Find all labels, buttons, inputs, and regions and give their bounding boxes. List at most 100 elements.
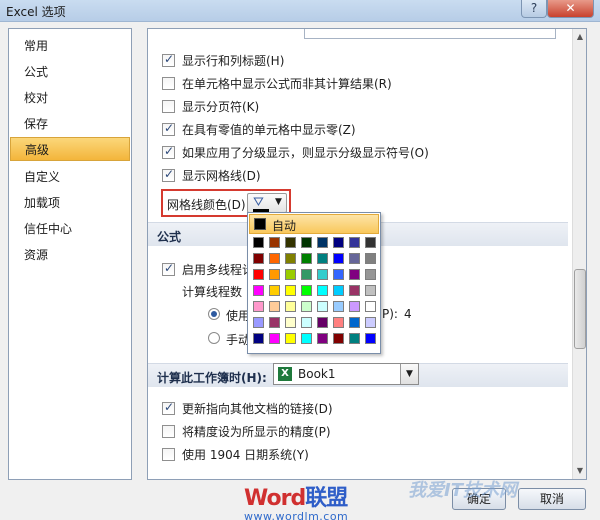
content-scrollbar[interactable]: ▲ ▼ [572,29,586,479]
checkbox-box[interactable] [162,144,175,159]
checkbox-box[interactable] [162,424,175,438]
palette-color-cell[interactable] [269,285,280,296]
sidebar-item-formulas[interactable]: 公式 [10,60,130,84]
checkbox-box[interactable] [162,261,175,276]
palette-color-cell[interactable] [333,285,344,296]
palette-color-cell[interactable] [349,269,360,280]
scroll-down-icon[interactable]: ▼ [573,463,587,479]
palette-color-cell[interactable] [301,269,312,280]
use-all-processors-radio[interactable] [208,308,220,320]
palette-color-cell[interactable] [253,237,264,248]
show-page-breaks-checkbox[interactable]: 显示分页符(K) [162,97,259,115]
palette-color-cell[interactable] [317,237,328,248]
palette-color-cell[interactable] [349,333,360,344]
palette-color-cell[interactable] [285,317,296,328]
palette-color-cell[interactable] [285,253,296,264]
scroll-thumb[interactable] [574,269,586,349]
palette-color-cell[interactable] [317,253,328,264]
palette-color-cell[interactable] [285,269,296,280]
chevron-down-icon[interactable]: ▼ [400,364,418,384]
palette-color-cell[interactable] [301,301,312,312]
palette-color-cell[interactable] [269,269,280,280]
multithread-checkbox[interactable]: 启用多线程计 [162,260,254,278]
scroll-up-icon[interactable]: ▲ [573,29,587,45]
palette-color-cell[interactable] [301,317,312,328]
sidebar-item-proofing[interactable]: 校对 [10,86,130,110]
palette-color-cell[interactable] [349,253,360,264]
cancel-button[interactable]: 取消 [518,488,586,510]
palette-color-cell[interactable] [317,317,328,328]
sidebar-item-trust-center[interactable]: 信任中心 [10,217,130,241]
sidebar-item-common[interactable]: 常用 [10,34,130,58]
palette-color-cell[interactable] [365,237,376,248]
palette-color-cell[interactable] [285,285,296,296]
checkbox-box[interactable] [162,167,175,182]
palette-color-cell[interactable] [301,333,312,344]
palette-color-cell[interactable] [333,333,344,344]
automatic-color-option[interactable]: 自动 [249,214,379,234]
show-outline-symbols-checkbox[interactable]: 如果应用了分级显示，则显示分级显示符号(O) [162,143,429,161]
update-links-checkbox[interactable]: 更新指向其他文档的链接(D) [162,399,333,417]
gridline-color-button[interactable]: ⛛ ▼ [247,193,287,213]
show-formulas-checkbox[interactable]: 在单元格中显示公式而非其计算结果(R) [162,74,392,92]
palette-color-cell[interactable] [333,253,344,264]
palette-color-cell[interactable] [365,333,376,344]
palette-color-cell[interactable] [365,253,376,264]
sidebar-item-save[interactable]: 保存 [10,112,130,136]
palette-color-cell[interactable] [253,269,264,280]
calc-workbook-select[interactable]: X Book1 ▼ [273,363,419,385]
manual-threads-radio[interactable] [208,332,220,344]
palette-color-cell[interactable] [269,317,280,328]
palette-color-cell[interactable] [301,237,312,248]
checkbox-box[interactable] [162,121,175,136]
palette-color-cell[interactable] [365,269,376,280]
palette-color-cell[interactable] [253,317,264,328]
palette-color-cell[interactable] [253,253,264,264]
palette-color-cell[interactable] [333,317,344,328]
palette-color-cell[interactable] [365,301,376,312]
close-button[interactable]: ✕ [547,0,594,18]
palette-color-cell[interactable] [365,285,376,296]
palette-color-cell[interactable] [349,317,360,328]
palette-color-cell[interactable] [269,237,280,248]
palette-color-cell[interactable] [349,237,360,248]
palette-color-cell[interactable] [301,285,312,296]
palette-color-cell[interactable] [317,269,328,280]
palette-color-cell[interactable] [317,301,328,312]
palette-color-cell[interactable] [285,237,296,248]
sidebar-item-advanced[interactable]: 高级 [10,137,130,161]
cropped-dropdown[interactable] [304,29,556,39]
precision-as-displayed-checkbox[interactable]: 将精度设为所显示的精度(P) [162,422,331,440]
palette-color-cell[interactable] [333,269,344,280]
help-button[interactable]: ? [521,0,547,18]
palette-color-cell[interactable] [365,317,376,328]
checkbox-box[interactable] [162,400,175,415]
checkbox-box[interactable] [162,99,175,113]
palette-color-cell[interactable] [333,301,344,312]
sidebar-item-addins[interactable]: 加载项 [10,191,130,215]
palette-color-cell[interactable] [269,301,280,312]
palette-color-cell[interactable] [349,301,360,312]
palette-color-cell[interactable] [301,253,312,264]
palette-color-cell[interactable] [253,285,264,296]
palette-color-cell[interactable] [269,253,280,264]
palette-color-cell[interactable] [317,333,328,344]
palette-color-cell[interactable] [269,333,280,344]
checkbox-box[interactable] [162,447,175,461]
palette-color-cell[interactable] [333,237,344,248]
checkbox-box[interactable] [162,52,175,67]
automatic-color-swatch [254,218,266,230]
palette-color-cell[interactable] [349,285,360,296]
show-row-column-headers-checkbox[interactable]: 显示行和列标题(H) [162,51,284,69]
palette-color-cell[interactable] [317,285,328,296]
use-1904-date-checkbox[interactable]: 使用 1904 日期系统(Y) [162,445,309,463]
checkbox-box[interactable] [162,76,175,90]
show-gridlines-checkbox[interactable]: 显示网格线(D) [162,166,261,184]
palette-color-cell[interactable] [253,333,264,344]
palette-color-cell[interactable] [285,301,296,312]
sidebar-item-customize[interactable]: 自定义 [10,165,130,189]
palette-color-cell[interactable] [253,301,264,312]
palette-color-cell[interactable] [285,333,296,344]
sidebar-item-resources[interactable]: 资源 [10,243,130,267]
show-zero-checkbox[interactable]: 在具有零值的单元格中显示零(Z) [162,120,356,138]
